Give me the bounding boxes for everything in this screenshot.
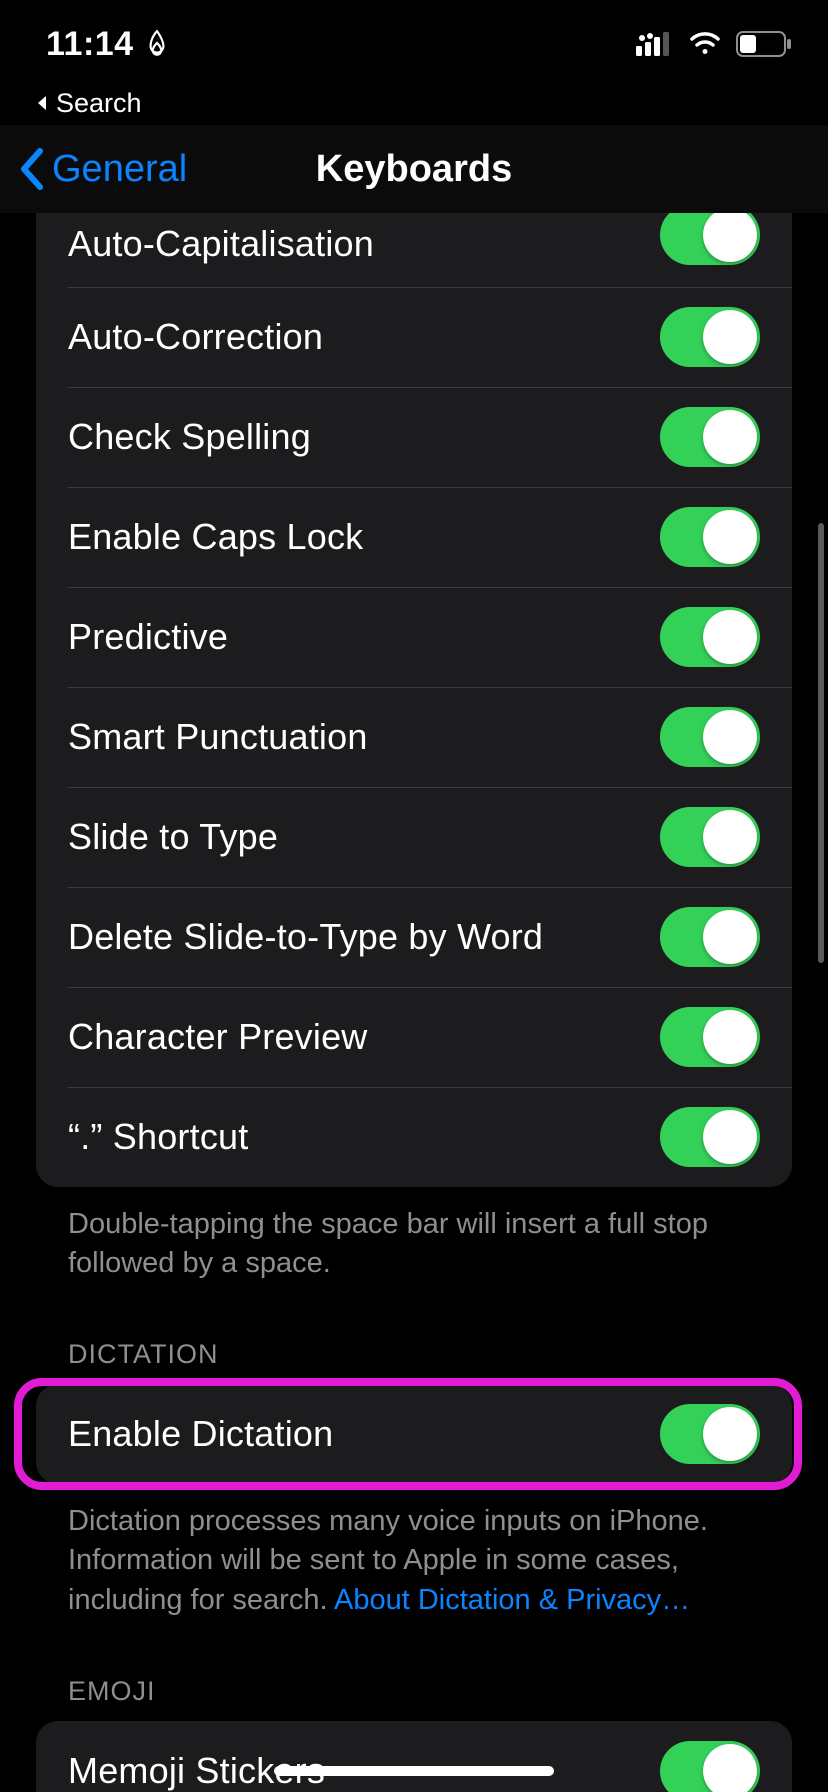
row-label: Enable Caps Lock (68, 516, 363, 558)
row-label: Auto-Correction (68, 316, 323, 358)
row-label: Predictive (68, 616, 228, 658)
about-dictation-privacy-link[interactable]: About Dictation & Privacy… (334, 1584, 690, 1616)
toggle-memoji-stickers[interactable] (660, 1741, 760, 1792)
settings-group-emoji: Memoji Stickers (36, 1721, 792, 1792)
toggle-delete-slide-by-word[interactable] (660, 907, 760, 967)
status-right (636, 31, 792, 57)
row-label: Auto-Capitalisation (68, 223, 374, 265)
section-header-emoji: EMOJI (68, 1676, 760, 1707)
row-slide-to-type[interactable]: Slide to Type (36, 787, 792, 887)
scrollbar-indicator (818, 523, 824, 963)
row-predictive[interactable]: Predictive (36, 587, 792, 687)
status-bar: 11:14 (0, 0, 828, 88)
battery-icon (736, 31, 792, 57)
row-smart-punctuation[interactable]: Smart Punctuation (36, 687, 792, 787)
row-dot-shortcut[interactable]: “.” Shortcut (36, 1087, 792, 1187)
toggle-predictive[interactable] (660, 607, 760, 667)
back-triangle-icon (34, 88, 50, 119)
row-enable-dictation[interactable]: Enable Dictation (36, 1384, 792, 1484)
content-scroll[interactable]: Auto-Capitalisation Auto-Correction Chec… (0, 213, 828, 1792)
toggle-enable-dictation[interactable] (660, 1404, 760, 1464)
row-auto-correction[interactable]: Auto-Correction (36, 287, 792, 387)
toggle-slide-to-type[interactable] (660, 807, 760, 867)
cellular-icon (636, 32, 674, 56)
nav-back-label: General (52, 148, 187, 191)
home-indicator[interactable] (274, 1766, 554, 1776)
dictation-footer: Dictation processes many voice inputs on… (68, 1502, 760, 1619)
row-delete-slide-by-word[interactable]: Delete Slide-to-Type by Word (36, 887, 792, 987)
row-memoji-stickers[interactable]: Memoji Stickers (36, 1721, 792, 1792)
flame-icon (144, 29, 170, 59)
toggle-auto-correction[interactable] (660, 307, 760, 367)
row-label: Character Preview (68, 1016, 368, 1058)
row-enable-caps-lock[interactable]: Enable Caps Lock (36, 487, 792, 587)
section-header-dictation: DICTATION (68, 1339, 760, 1370)
highlighted-dictation-row: Enable Dictation (36, 1384, 792, 1484)
toggle-dot-shortcut[interactable] (660, 1107, 760, 1167)
breadcrumb-label: Search (56, 88, 142, 119)
row-label: Enable Dictation (68, 1413, 333, 1455)
row-character-preview[interactable]: Character Preview (36, 987, 792, 1087)
row-label: Check Spelling (68, 416, 311, 458)
row-label: Slide to Type (68, 816, 278, 858)
nav-header: General Keyboards (0, 125, 828, 213)
toggle-auto-capitalisation[interactable] (660, 213, 760, 265)
nav-back-button[interactable]: General (18, 125, 187, 213)
row-check-spelling[interactable]: Check Spelling (36, 387, 792, 487)
status-time: 11:14 (46, 25, 134, 64)
toggle-check-spelling[interactable] (660, 407, 760, 467)
breadcrumb-back[interactable]: Search (0, 88, 828, 125)
chevron-left-icon (18, 147, 46, 191)
settings-group-dictation: Enable Dictation (36, 1384, 792, 1484)
wifi-icon (688, 32, 722, 56)
status-left: 11:14 (46, 25, 170, 64)
toggle-character-preview[interactable] (660, 1007, 760, 1067)
row-label: Smart Punctuation (68, 716, 368, 758)
row-label: Delete Slide-to-Type by Word (68, 916, 543, 958)
toggle-smart-punctuation[interactable] (660, 707, 760, 767)
toggle-enable-caps-lock[interactable] (660, 507, 760, 567)
row-auto-capitalisation[interactable]: Auto-Capitalisation (36, 213, 792, 287)
row-label: “.” Shortcut (68, 1116, 248, 1158)
settings-group-typing: Auto-Capitalisation Auto-Correction Chec… (36, 213, 792, 1187)
group1-footer: Double-tapping the space bar will insert… (68, 1205, 760, 1283)
page-title: Keyboards (316, 148, 512, 191)
